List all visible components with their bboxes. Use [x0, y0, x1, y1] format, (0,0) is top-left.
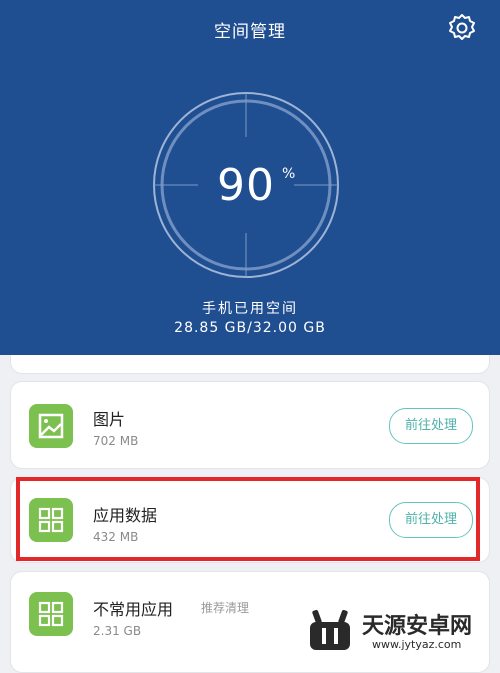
percent-sign: % — [282, 166, 296, 182]
item-size: 702 MB — [93, 434, 139, 448]
watermark-logo — [300, 604, 360, 652]
card-top-edge — [10, 355, 490, 374]
item-name: 不常用应用 — [93, 600, 174, 619]
usage-percent: 90 — [217, 160, 275, 211]
storage-header: 空间管理 90 % 手机已用空间 28.85 GB/32.00 GB — [0, 0, 500, 355]
page-title: 空间管理 — [214, 22, 286, 42]
watermark-text: 天源安卓网 — [362, 614, 473, 639]
grid-apps-icon — [29, 592, 73, 636]
gear-icon[interactable] — [446, 12, 478, 44]
recommend-tag: 推荐清理 — [201, 601, 250, 615]
item-size: 2.31 GB — [93, 624, 142, 638]
highlight-box — [16, 477, 480, 561]
go-process-button[interactable]: 前往处理 — [389, 408, 473, 444]
used-space-value: 28.85 GB/32.00 GB — [174, 320, 326, 336]
used-space-label: 手机已用空间 — [202, 301, 298, 317]
list-item-images[interactable]: 图片 702 MB 前往处理 — [10, 381, 490, 469]
watermark-url: www.jytyaz.com — [372, 638, 462, 651]
image-icon — [29, 404, 73, 448]
item-name: 图片 — [93, 410, 126, 429]
